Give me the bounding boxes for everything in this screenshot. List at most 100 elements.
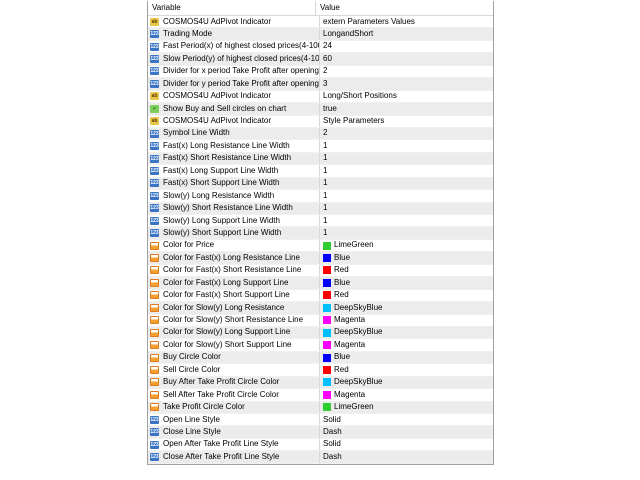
variable-cell[interactable]: Color for Slow(y) Short Support Line bbox=[148, 339, 320, 351]
variable-cell[interactable]: Buy Circle Color bbox=[148, 351, 320, 364]
value-cell[interactable]: Blue bbox=[320, 352, 493, 363]
variable-cell[interactable]: ab COSMOS4U AdPivot Indicator bbox=[148, 16, 320, 28]
table-row[interactable]: Color for Slow(y) Long Support Line DeepS… bbox=[148, 326, 493, 340]
table-row[interactable]: Color for Fast(x) Short Resistance Line R… bbox=[148, 264, 493, 278]
value-cell[interactable]: LongandShort bbox=[320, 28, 493, 39]
variable-cell[interactable]: 123 Divider for y period Take Profit afte… bbox=[148, 78, 320, 90]
variable-cell[interactable]: ab COSMOS4U AdPivot Indicator bbox=[148, 115, 320, 127]
variable-cell[interactable]: Buy After Take Profit Circle Color bbox=[148, 376, 320, 389]
value-cell[interactable]: Red bbox=[320, 364, 493, 375]
variable-cell[interactable]: 123 Fast(x) Long Resistance Line Width bbox=[148, 140, 320, 152]
variable-cell[interactable]: Color for Fast(x) Long Support Line bbox=[148, 277, 320, 289]
value-cell[interactable]: 2 bbox=[320, 66, 493, 77]
table-row[interactable]: ab COSMOS4U AdPivot Indicator Style Parame… bbox=[148, 115, 493, 128]
variable-cell[interactable]: 123 Open Line Style bbox=[148, 414, 320, 426]
table-row[interactable]: Color for Price LimeGreen bbox=[148, 239, 493, 253]
table-row[interactable]: Buy After Take Profit Circle Color DeepSk… bbox=[148, 376, 493, 390]
value-cell[interactable]: Magenta bbox=[320, 315, 493, 326]
variable-cell[interactable]: 123 Slow(y) Short Resistance Line Width bbox=[148, 202, 320, 214]
value-cell[interactable]: Blue bbox=[320, 252, 493, 263]
table-row[interactable]: Take Profit Circle Color LimeGreen bbox=[148, 401, 493, 414]
column-header-variable[interactable]: Variable bbox=[148, 1, 316, 15]
variable-cell[interactable]: Take Profit Circle Color bbox=[148, 401, 320, 413]
variable-cell[interactable]: ✓ Show Buy and Sell circles on chart bbox=[148, 103, 320, 115]
table-row[interactable]: Sell After Take Profit Circle Color Magen… bbox=[148, 389, 493, 402]
value-cell[interactable]: 2 bbox=[320, 128, 493, 139]
value-cell[interactable]: 1 bbox=[320, 178, 493, 189]
table-row[interactable]: 123 Close Line Style Dash bbox=[148, 426, 493, 439]
table-row[interactable]: 123 Fast Period(x) of highest closed pric… bbox=[148, 40, 493, 54]
table-row[interactable]: 123 Slow(y) Long Support Line Width 1 bbox=[148, 215, 493, 228]
value-cell[interactable]: 1 bbox=[320, 203, 493, 214]
table-row[interactable]: ✓ Show Buy and Sell circles on chart true bbox=[148, 103, 493, 116]
value-cell[interactable]: DeepSkyBlue bbox=[320, 327, 493, 338]
variable-cell[interactable]: 123 Slow(y) Long Resistance Width bbox=[148, 190, 320, 202]
column-header-value[interactable]: Value bbox=[316, 1, 493, 15]
table-row[interactable]: 123 Fast(x) Long Support Line Width 1 bbox=[148, 165, 493, 178]
table-row[interactable]: Color for Fast(x) Long Resistance Line Bl… bbox=[148, 252, 493, 265]
value-cell[interactable]: Red bbox=[320, 290, 493, 301]
variable-cell[interactable]: Color for Fast(x) Short Support Line bbox=[148, 289, 320, 302]
variable-cell[interactable]: Color for Slow(y) Long Resistance bbox=[148, 302, 320, 314]
variable-cell[interactable]: 123 Open After Take Profit Line Style bbox=[148, 438, 320, 451]
value-cell[interactable]: 1 bbox=[320, 215, 493, 226]
table-row[interactable]: Color for Fast(x) Short Support Line Red bbox=[148, 289, 493, 303]
value-cell[interactable]: LimeGreen bbox=[320, 402, 493, 413]
table-row[interactable]: 123 Trading Mode LongandShort bbox=[148, 28, 493, 41]
table-row[interactable]: 123 Open After Take Profit Line Style Soli… bbox=[148, 438, 493, 452]
variable-cell[interactable]: Color for Slow(y) Short Resistance Line bbox=[148, 314, 320, 326]
variable-cell[interactable]: Sell After Take Profit Circle Color bbox=[148, 389, 320, 401]
value-cell[interactable]: LimeGreen bbox=[320, 240, 493, 251]
table-row[interactable]: 123 Divider for y period Take Profit afte… bbox=[148, 78, 493, 91]
value-cell[interactable]: extern Parameters Values bbox=[320, 16, 493, 27]
variable-cell[interactable]: 123 Fast(x) Short Support Line Width bbox=[148, 177, 320, 190]
table-row[interactable]: Color for Slow(y) Short Support Line Mage… bbox=[148, 339, 493, 352]
variable-cell[interactable]: Sell Circle Color bbox=[148, 364, 320, 376]
value-cell[interactable]: Dash bbox=[320, 451, 493, 462]
variable-cell[interactable]: 123 Fast Period(x) of highest closed pric… bbox=[148, 40, 320, 53]
variable-cell[interactable]: 123 Fast(x) Short Resistance Line Width bbox=[148, 152, 320, 165]
value-cell[interactable]: 24 bbox=[320, 41, 493, 52]
table-row[interactable]: ab COSMOS4U AdPivot Indicator extern Param… bbox=[148, 16, 493, 29]
variable-cell[interactable]: 123 Fast(x) Long Support Line Width bbox=[148, 165, 320, 177]
table-row[interactable]: Buy Circle Color Blue bbox=[148, 351, 493, 365]
table-row[interactable]: 123 Slow(y) Short Resistance Line Width 1 bbox=[148, 202, 493, 215]
value-cell[interactable]: DeepSkyBlue bbox=[320, 302, 493, 313]
variable-cell[interactable]: 123 Close Line Style bbox=[148, 426, 320, 438]
variable-cell[interactable]: 123 Symbol Line Width bbox=[148, 127, 320, 140]
value-cell[interactable]: 1 bbox=[320, 227, 493, 238]
table-row[interactable]: ab COSMOS4U AdPivot Indicator Long/Short P… bbox=[148, 90, 493, 104]
variable-cell[interactable]: Color for Slow(y) Long Support Line bbox=[148, 326, 320, 339]
table-row[interactable]: 123 Divider for x period Take Profit afte… bbox=[148, 65, 493, 79]
variable-cell[interactable]: 123 Divider for x period Take Profit afte… bbox=[148, 65, 320, 78]
value-cell[interactable]: Solid bbox=[320, 439, 493, 450]
value-cell[interactable]: Long/Short Positions bbox=[320, 91, 493, 102]
table-row[interactable]: 123 Fast(x) Short Resistance Line Width 1 bbox=[148, 152, 493, 166]
variable-cell[interactable]: Color for Price bbox=[148, 239, 320, 252]
value-cell[interactable]: 3 bbox=[320, 78, 493, 89]
variable-cell[interactable]: 123 Close After Take Profit Line Style bbox=[148, 451, 320, 463]
value-cell[interactable]: Magenta bbox=[320, 389, 493, 400]
value-cell[interactable]: Blue bbox=[320, 277, 493, 288]
table-row[interactable]: 123 Close After Take Profit Line Style Das… bbox=[148, 451, 493, 464]
value-cell[interactable]: Solid bbox=[320, 414, 493, 425]
value-cell[interactable]: true bbox=[320, 103, 493, 114]
variable-cell[interactable]: 123 Slow(y) Long Support Line Width bbox=[148, 215, 320, 227]
value-cell[interactable]: 1 bbox=[320, 190, 493, 201]
table-row[interactable]: Color for Slow(y) Short Resistance Line M… bbox=[148, 314, 493, 327]
variable-cell[interactable]: 123 Slow(y) Short Support Line Width bbox=[148, 227, 320, 239]
value-cell[interactable]: 60 bbox=[320, 53, 493, 64]
table-row[interactable]: 123 Symbol Line Width 2 bbox=[148, 127, 493, 141]
table-row[interactable]: 123 Open Line Style Solid bbox=[148, 414, 493, 427]
variable-cell[interactable]: ab COSMOS4U AdPivot Indicator bbox=[148, 90, 320, 103]
table-row[interactable]: 123 Slow Period(y) of highest closed pric… bbox=[148, 53, 493, 66]
value-cell[interactable]: 1 bbox=[320, 153, 493, 164]
table-row[interactable]: 123 Fast(x) Long Resistance Line Width 1 bbox=[148, 140, 493, 153]
value-cell[interactable]: DeepSkyBlue bbox=[320, 377, 493, 388]
table-row[interactable]: 123 Slow(y) Long Resistance Width 1 bbox=[148, 190, 493, 203]
value-cell[interactable]: 1 bbox=[320, 140, 493, 151]
table-row[interactable]: 123 Fast(x) Short Support Line Width 1 bbox=[148, 177, 493, 191]
value-cell[interactable]: Red bbox=[320, 265, 493, 276]
table-row[interactable]: 123 Slow(y) Short Support Line Width 1 bbox=[148, 227, 493, 240]
table-row[interactable]: Color for Slow(y) Long Resistance DeepSky… bbox=[148, 302, 493, 315]
